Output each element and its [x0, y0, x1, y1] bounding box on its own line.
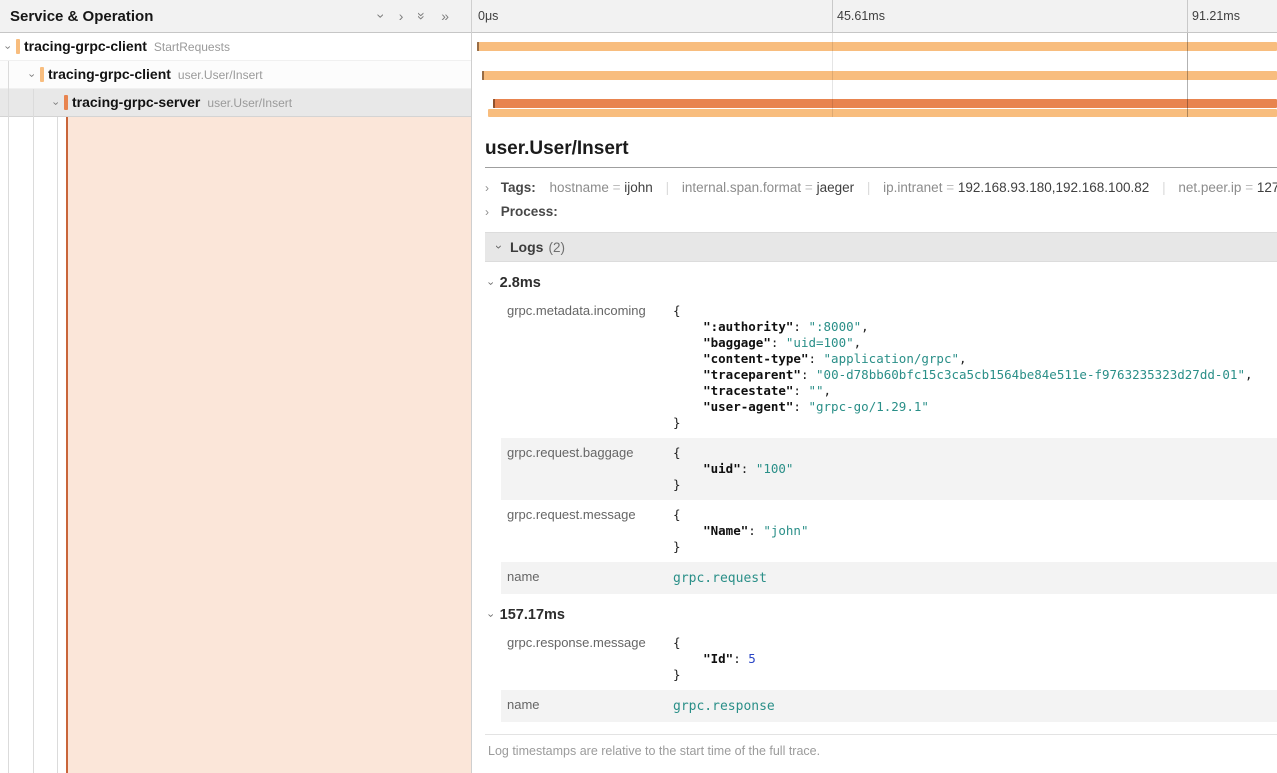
field-value: { ":authority": ":8000", "baggage": "uid… — [673, 296, 1277, 438]
chevron-down-icon[interactable]: › — [49, 102, 60, 106]
span-color-strip — [64, 95, 68, 110]
tag-separator: | — [867, 180, 871, 195]
service-name: tracing-grpc-server — [72, 94, 200, 110]
log-field-row: namegrpc.request — [501, 562, 1277, 594]
field-value: grpc.response — [673, 690, 1277, 722]
field-key: grpc.request.message — [501, 500, 673, 562]
timeline-panel: 0μs 45.61ms 91.21ms user.User/Insert › T… — [471, 0, 1277, 773]
double-chevron-right-icon[interactable]: » — [441, 9, 449, 23]
tag-item: internal.span.format = jaeger — [682, 180, 854, 195]
span-tree-row-selected[interactable]: › tracing-grpc-server user.User/Insert — [0, 89, 471, 117]
span-color-strip — [40, 67, 44, 82]
tags-label: Tags: — [501, 180, 536, 195]
timeline-gridline — [1187, 33, 1188, 117]
chevron-down-icon[interactable]: › — [25, 74, 36, 78]
span-start-tick — [493, 99, 495, 108]
field-key: grpc.response.message — [501, 628, 673, 690]
chevron-right-icon[interactable]: › — [485, 206, 489, 218]
operation-name: StartRequests — [154, 40, 230, 54]
log-group-header[interactable]: › 157.17ms — [485, 607, 1277, 623]
span-tree-row[interactable]: › tracing-grpc-client user.User/Insert — [0, 61, 471, 89]
time-tick-label: 45.61ms — [837, 9, 885, 23]
tag-item: hostname = ijohn — [550, 180, 653, 195]
service-operation-header: Service & Operation › › » » — [0, 0, 471, 33]
chevron-right-icon[interactable]: › — [485, 182, 489, 194]
logs-section-header[interactable]: › Logs (2) — [485, 232, 1277, 262]
chevron-down-icon[interactable]: › — [374, 14, 388, 19]
span-tree-panel: Service & Operation › › » » › tracing-gr… — [0, 0, 471, 773]
indent-guide — [8, 61, 9, 773]
indent-guide — [57, 117, 58, 773]
log-group-timestamp: 157.17ms — [500, 607, 565, 623]
log-field-row: grpc.response.message{ "Id": 5 } — [501, 628, 1277, 690]
field-key: grpc.request.baggage — [501, 438, 673, 500]
tag-separator: | — [666, 180, 670, 195]
timeline-ruler: 0μs 45.61ms 91.21ms — [472, 0, 1277, 33]
chevron-down-icon: › — [484, 613, 495, 617]
time-tick-label: 91.21ms — [1192, 9, 1240, 23]
chevron-right-icon[interactable]: › — [399, 9, 404, 23]
log-fields-table: grpc.metadata.incoming{ ":authority": ":… — [501, 296, 1277, 594]
logs-label: Logs — [510, 239, 543, 255]
log-field-row: grpc.metadata.incoming{ ":authority": ":… — [501, 296, 1277, 438]
tag-item: net.peer.ip = 127.0.0.1 — [1178, 180, 1277, 195]
tree-collapse-controls: › › » » — [379, 9, 461, 23]
span-start-tick — [477, 42, 479, 51]
tags-row[interactable]: › Tags: hostname = ijohn | internal.span… — [485, 180, 1277, 195]
chevron-down-icon: › — [484, 281, 495, 285]
log-fields-table: grpc.response.message{ "Id": 5 }namegrpc… — [501, 628, 1277, 722]
span-bar[interactable] — [493, 99, 1277, 108]
span-bar[interactable] — [488, 109, 1277, 117]
field-value: { "Id": 5 } — [673, 628, 1277, 690]
log-field-row: grpc.request.message{ "Name": "john" } — [501, 500, 1277, 562]
detail-divider — [485, 167, 1277, 168]
service-operation-title: Service & Operation — [10, 8, 379, 25]
field-value: { "Name": "john" } — [673, 500, 1277, 562]
span-detail-panel: user.User/Insert › Tags: hostname = ijoh… — [472, 117, 1277, 773]
chevron-down-icon[interactable]: › — [1, 46, 12, 50]
log-groups: › 2.8ms grpc.metadata.incoming{ ":authorit… — [485, 275, 1277, 722]
footer-note: Log timestamps are relative to the start… — [485, 734, 1277, 758]
tag-item: ip.intranet = 192.168.93.180,192.168.100… — [883, 180, 1149, 195]
service-name: tracing-grpc-client — [24, 38, 147, 54]
process-row[interactable]: › Process: — [485, 204, 1277, 219]
process-label: Process: — [501, 204, 558, 219]
field-value: grpc.request — [673, 562, 1277, 594]
timeline-gridline — [832, 33, 833, 117]
time-tick-label: 0μs — [478, 9, 498, 23]
selected-span-indent-fill — [66, 117, 471, 773]
span-tree: › tracing-grpc-client StartRequests › tra… — [0, 33, 471, 117]
operation-name: user.User/Insert — [207, 96, 292, 110]
chevron-down-icon[interactable]: › — [493, 245, 505, 249]
timeline-span-bars — [472, 33, 1277, 117]
span-tree-row[interactable]: › tracing-grpc-client StartRequests — [0, 33, 471, 61]
operation-name: user.User/Insert — [178, 68, 263, 82]
span-detail-title: user.User/Insert — [485, 138, 1277, 160]
double-chevron-down-icon[interactable]: » — [415, 12, 429, 20]
log-group-header[interactable]: › 2.8ms — [485, 275, 1277, 291]
log-field-row: namegrpc.response — [501, 690, 1277, 722]
indent-guide — [33, 89, 34, 773]
ruler-tick-line — [832, 0, 833, 32]
span-bar[interactable] — [482, 71, 1277, 80]
service-name: tracing-grpc-client — [48, 66, 171, 82]
log-group-timestamp: 2.8ms — [500, 275, 541, 291]
field-value: { "uid": "100" } — [673, 438, 1277, 500]
field-key: name — [501, 562, 673, 594]
span-color-strip — [16, 39, 20, 54]
tag-separator: | — [1162, 180, 1166, 195]
ruler-tick-line — [1187, 0, 1188, 32]
field-key: name — [501, 690, 673, 722]
log-field-row: grpc.request.baggage{ "uid": "100" } — [501, 438, 1277, 500]
span-start-tick — [482, 71, 484, 80]
jaeger-trace-timeline-page: { "icons": { "chevron_down": "›", "chevr… — [0, 0, 1277, 773]
span-bar[interactable] — [477, 42, 1277, 51]
logs-count: (2) — [548, 240, 565, 255]
field-key: grpc.metadata.incoming — [501, 296, 673, 438]
